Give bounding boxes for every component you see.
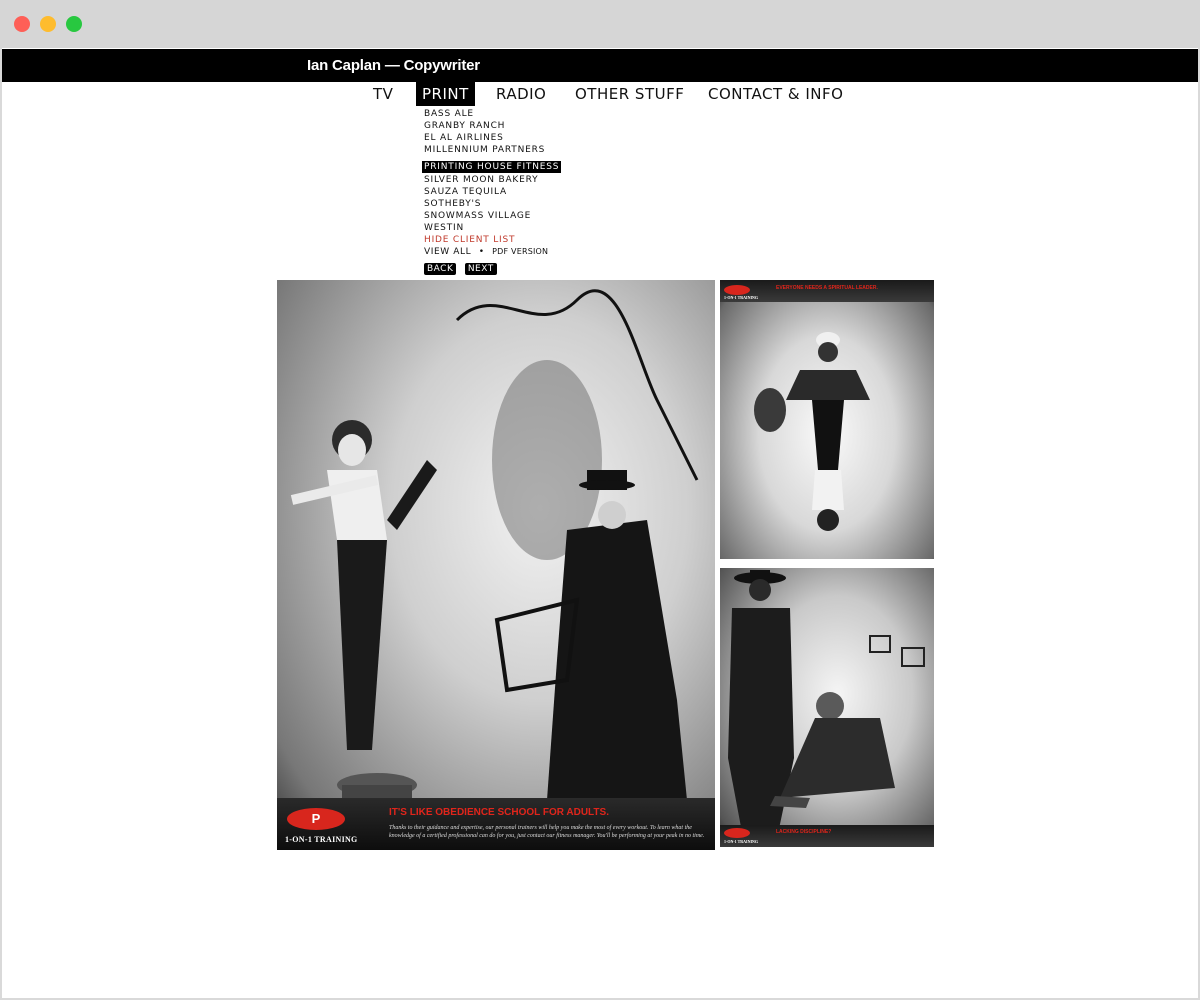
view-all-row: VIEW ALL • PDF VERSION — [422, 246, 561, 258]
nav-contact-info[interactable]: CONTACT & INFO — [708, 82, 843, 106]
close-window-button[interactable] — [14, 16, 30, 32]
browser-window: Ian Caplan — Copywriter TV PRINT RADIO O… — [0, 0, 1200, 1000]
site-header: Ian Caplan — Copywriter — [2, 49, 1198, 82]
web-page: Ian Caplan — Copywriter TV PRINT RADIO O… — [2, 48, 1198, 998]
maximize-window-button[interactable] — [66, 16, 82, 32]
next-button[interactable]: NEXT — [464, 263, 497, 275]
client-link[interactable]: BASS ALE — [422, 108, 561, 120]
client-link[interactable]: SILVER MOON BAKERY — [422, 174, 561, 186]
main-ad-image[interactable]: P 1-ON-1 TRAINING IT'S LIKE OBEDIENCE SC… — [277, 280, 715, 850]
view-all-link[interactable]: VIEW ALL — [424, 247, 471, 257]
client-list: BASS ALE GRANBY RANCH EL AL AIRLINES MIL… — [422, 108, 562, 258]
logo-text: 1-ON-1 TRAINING — [285, 835, 358, 844]
client-link[interactable]: SOTHEBY'S — [422, 198, 561, 210]
client-link-selected[interactable]: PRINTING HOUSE FITNESS — [422, 161, 562, 173]
ad-body-copy: Thanks to their guidance and expertise, … — [389, 825, 705, 839]
ad-photo-illustration — [728, 570, 925, 843]
site-title[interactable]: Ian Caplan — Copywriter — [307, 57, 480, 74]
logo-text: 1-ON-1 TRAINING — [724, 839, 759, 844]
hide-client-list-link[interactable]: HIDE CLIENT LIST — [422, 234, 561, 246]
client-link[interactable]: SNOWMASS VILLAGE — [422, 210, 561, 222]
minimize-window-button[interactable] — [40, 16, 56, 32]
small-ad-footer-band: 1-ON-1 TRAINING LACKING DISCIPLINE? — [720, 825, 934, 847]
nav-other-stuff[interactable]: OTHER STUFF — [575, 82, 684, 106]
client-link[interactable]: SAUZA TEQUILA — [422, 186, 561, 198]
nav-tv[interactable]: TV — [373, 82, 393, 106]
p-logo — [724, 828, 750, 838]
ad-photo-illustration — [290, 289, 699, 800]
thumbnail-ad-1[interactable]: 1-ON-1 TRAINING EVERYONE NEEDS A SPIRITU… — [720, 280, 934, 559]
nav-print[interactable]: PRINT — [416, 82, 475, 106]
client-link[interactable]: EL AL AIRLINES — [422, 132, 561, 144]
logo-mark: P — [311, 811, 321, 826]
client-link[interactable]: MILLENNIUM PARTNERS — [422, 144, 561, 156]
separator: • — [478, 247, 485, 257]
ad-photo-illustration — [754, 332, 870, 531]
thumbnail-ad-2[interactable]: 1-ON-1 TRAINING LACKING DISCIPLINE? — [720, 568, 934, 847]
p-logo: P — [287, 808, 345, 830]
nav-radio[interactable]: RADIO — [496, 82, 546, 106]
ad-headline: LACKING DISCIPLINE? — [776, 829, 832, 835]
window-titlebar — [0, 0, 1200, 48]
client-link[interactable]: WESTIN — [422, 222, 561, 234]
ad-headline: IT'S LIKE OBEDIENCE SCHOOL FOR ADULTS. — [389, 807, 609, 818]
ad-footer: P 1-ON-1 TRAINING IT'S LIKE OBEDIENCE SC… — [277, 798, 715, 850]
client-link[interactable]: GRANBY RANCH — [422, 120, 561, 132]
pdf-version-link[interactable]: PDF VERSION — [492, 247, 548, 256]
pager: BACK NEXT — [424, 258, 501, 276]
back-button[interactable]: BACK — [424, 263, 457, 275]
